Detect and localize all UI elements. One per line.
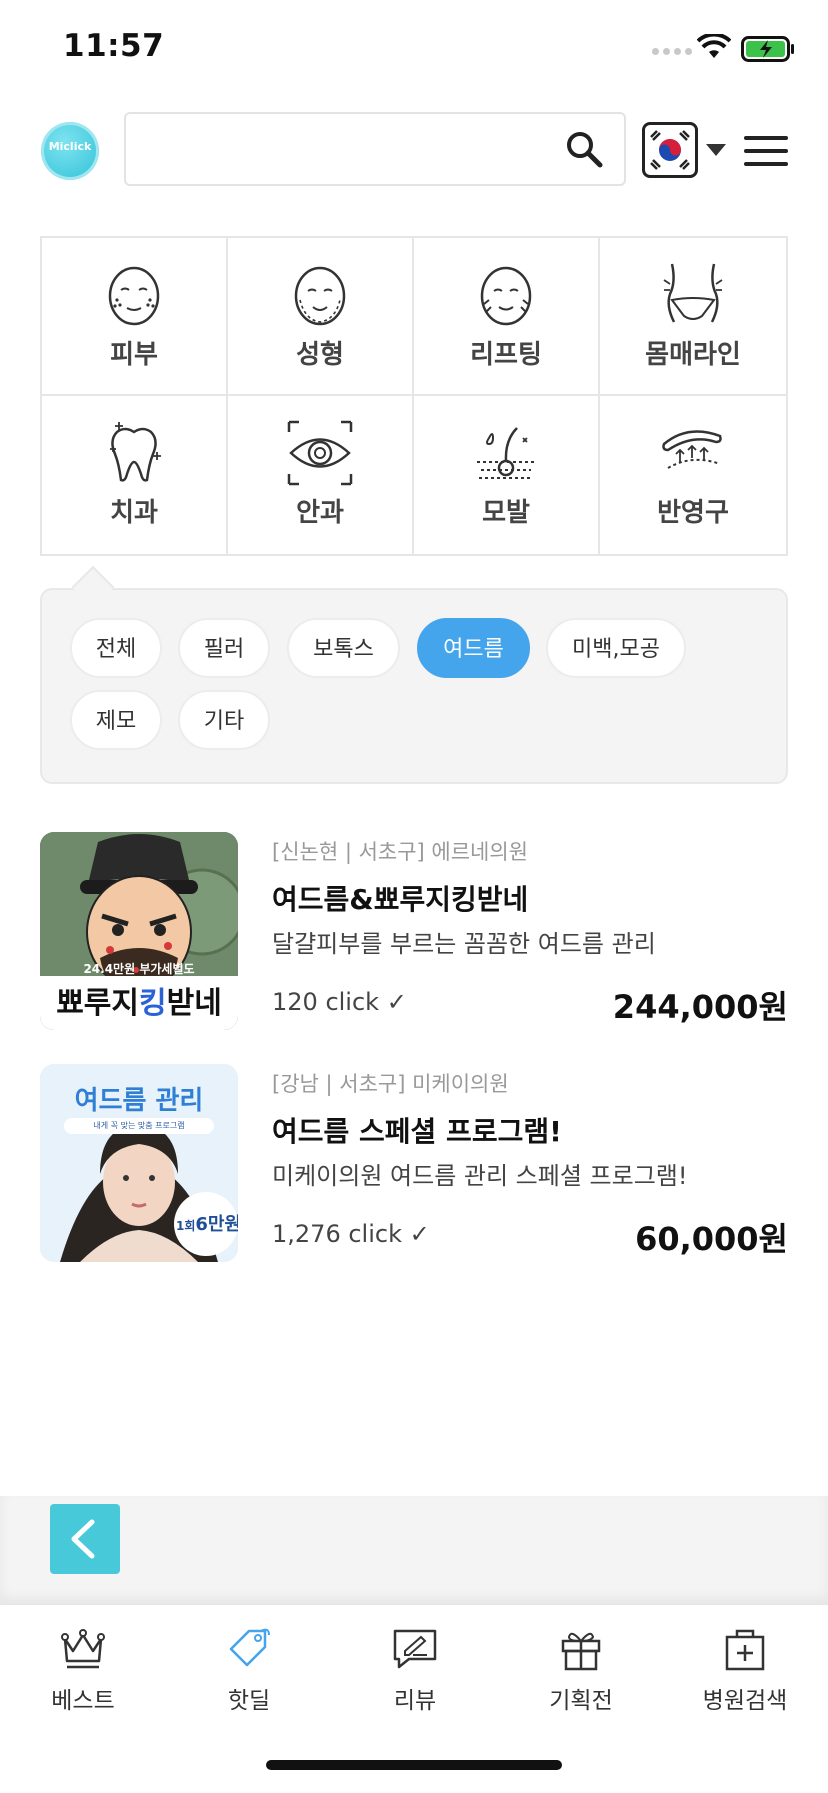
product-meta: [강남 | 서초구] 미케이의원	[272, 1072, 509, 1096]
product-title[interactable]: 여드름 스페셜 프로그램!	[272, 1110, 562, 1150]
product-price: 60,000원	[635, 1220, 788, 1258]
logo-text: Miclick	[48, 140, 92, 153]
product-click-count: 1,276 click ✓	[272, 1220, 430, 1248]
eyebrow-icon	[662, 430, 722, 469]
product-item[interactable]: 여드름 관리 내게 꼭 맞는 맞춤 프로그램 1회6만원 [강남 | 서초구] …	[40, 1064, 788, 1264]
category-label: 반영구	[657, 498, 729, 528]
product-click-count: 120 click ✓	[272, 988, 407, 1016]
korea-flag-icon[interactable]	[642, 122, 698, 178]
category-lifting[interactable]: 리프팅	[414, 238, 600, 396]
product-thumbnail[interactable]: 24.4만원 부가세별도 뾰루지킹받네	[40, 832, 238, 1030]
product-price: 244,000원	[612, 988, 788, 1026]
filter-chip-botox[interactable]: 보톡스	[287, 618, 400, 678]
tab-special[interactable]: 기획전	[498, 1625, 664, 1715]
status-bar: 11:57	[0, 0, 828, 100]
tooth-icon	[110, 422, 161, 482]
face-lift-icon	[480, 266, 532, 326]
category-label: 피부	[110, 340, 158, 370]
face-acne-icon	[108, 266, 160, 326]
product-title[interactable]: 여드름&뾰루지킹받네	[272, 878, 528, 918]
battery-charging-icon	[741, 36, 794, 62]
category-label: 몸매라인	[645, 340, 741, 370]
product-description: 달걀피부를 부르는 꼼꼼한 여드름 관리	[272, 930, 656, 958]
category-label: 안과	[296, 498, 344, 528]
thumbnail-caption: 24.4만원 부가세별도	[83, 962, 195, 976]
thumbnail-caption: 내게 꼭 맞는 맞춤 프로그램	[64, 1118, 214, 1134]
tag-icon	[229, 1628, 270, 1667]
tab-best[interactable]: 베스트	[0, 1625, 166, 1715]
wifi-icon	[697, 34, 731, 58]
thumbnail-headline: 뾰루지킹받네	[56, 986, 222, 1021]
search-input[interactable]	[140, 128, 564, 172]
search-box[interactable]	[124, 112, 626, 186]
category-label: 모발	[482, 498, 530, 528]
cellular-signal-icon	[652, 48, 692, 55]
face-outline-icon	[294, 266, 346, 326]
tab-hospital-search[interactable]: 병원검색	[662, 1625, 828, 1715]
category-body-line[interactable]: 몸매라인	[600, 238, 786, 396]
bottom-gray-area	[0, 1496, 828, 1604]
category-label: 리프팅	[470, 340, 542, 370]
tab-label: 핫딜	[227, 1688, 271, 1714]
thumbnail-price-badge: 1회6만원	[176, 1214, 238, 1235]
category-plastic-surgery[interactable]: 성형	[228, 238, 414, 396]
category-label: 성형	[296, 340, 344, 370]
hair-follicle-icon	[477, 427, 535, 479]
hamburger-menu-icon[interactable]	[744, 136, 788, 175]
crown-icon	[61, 1629, 105, 1669]
gift-icon	[561, 1632, 601, 1671]
filter-chip-all[interactable]: 전체	[70, 618, 162, 678]
tab-review[interactable]: 리뷰	[332, 1625, 498, 1715]
eye-icon	[287, 420, 353, 486]
category-semi-permanent[interactable]: 반영구	[600, 396, 786, 554]
status-time: 11:57	[63, 28, 165, 64]
body-line-icon	[663, 263, 723, 323]
category-skin[interactable]: 피부	[42, 238, 228, 396]
tab-hotdeal[interactable]: 핫딜	[166, 1625, 332, 1715]
filter-chip-hair-removal[interactable]: 제모	[70, 690, 162, 750]
category-ophthalmology[interactable]: 안과	[228, 396, 414, 554]
tab-label: 병원검색	[702, 1688, 788, 1714]
thumbnail-headline: 여드름 관리	[74, 1086, 204, 1116]
product-thumbnail[interactable]: 여드름 관리 내게 꼭 맞는 맞춤 프로그램 1회6만원	[40, 1064, 238, 1262]
back-button[interactable]	[50, 1504, 120, 1574]
chevron-left-icon	[71, 1519, 95, 1559]
filter-panel	[40, 588, 788, 784]
home-indicator	[266, 1760, 562, 1770]
category-label: 치과	[110, 498, 158, 528]
product-description: 미케이의원 여드름 관리 스페셜 프로그램!	[272, 1162, 688, 1190]
category-dental[interactable]: 치과	[42, 396, 228, 554]
tab-label: 리뷰	[393, 1688, 437, 1714]
header: Miclick	[0, 100, 828, 200]
product-meta: [신논현 | 서초구] 에르네의원	[272, 840, 529, 864]
tab-label: 베스트	[51, 1688, 115, 1714]
review-icon	[393, 1629, 437, 1669]
search-icon[interactable]	[563, 128, 607, 172]
filter-chip-etc[interactable]: 기타	[178, 690, 270, 750]
filter-chip-acne[interactable]: 여드름	[417, 618, 530, 678]
filter-chip-filler[interactable]: 필러	[178, 618, 270, 678]
product-item[interactable]: 24.4만원 부가세별도 뾰루지킹받네 [신논현 | 서초구] 에르네의원 여드…	[40, 832, 788, 1032]
filter-chip-whitening-pores[interactable]: 미백,모공	[546, 618, 686, 678]
category-hair[interactable]: 모발	[414, 396, 600, 554]
hospital-icon	[725, 1629, 765, 1671]
chevron-down-icon[interactable]	[706, 144, 726, 156]
category-grid: 피부 성형 리프팅 몸매라인 치과 안과 모발 반영구	[40, 236, 788, 556]
app-logo[interactable]: Miclick	[41, 122, 99, 180]
tab-label: 기획전	[549, 1688, 613, 1714]
